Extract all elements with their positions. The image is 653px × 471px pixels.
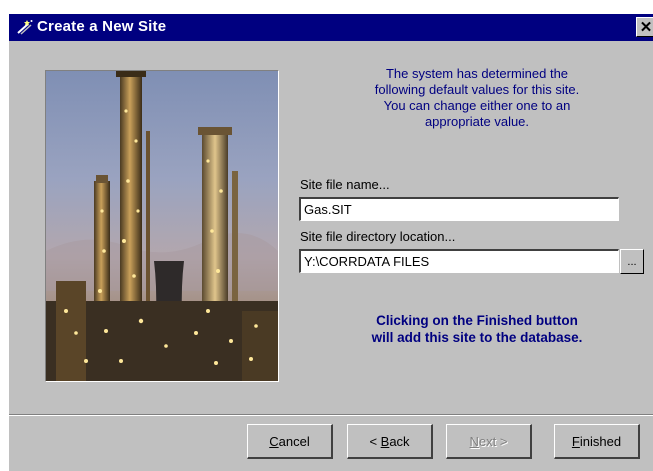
cancel-button[interactable]: Cancel [247, 424, 333, 459]
info-message: The system has determined the following … [327, 66, 627, 130]
window-title: Create a New Site [37, 18, 167, 35]
next-label: ext > [478, 433, 508, 449]
info-line: appropriate value. [424, 114, 530, 129]
finished-button[interactable]: Finished [554, 424, 640, 459]
next-button[interactable]: Next > [446, 424, 532, 459]
site-file-name-label: Site file name... [300, 177, 390, 192]
finished-label: inished [579, 433, 622, 449]
cancel-mnemonic: C [269, 433, 279, 449]
close-button[interactable]: ✕ [636, 17, 653, 37]
info-line: The system has determined the [385, 66, 569, 81]
refinery-photo [45, 70, 279, 382]
finish-note-line: will add this site to the database. [371, 330, 583, 345]
info-line: following default values for this site. [374, 82, 580, 97]
create-site-dialog: Create a New Site ✕ The system has deter… [9, 14, 653, 471]
title-bar: Create a New Site ✕ [9, 14, 653, 41]
back-label: ack [389, 433, 410, 449]
finish-note-line: Clicking on the Finished button [376, 313, 578, 328]
site-file-name-input[interactable] [299, 197, 619, 221]
next-mnemonic: N [469, 433, 479, 449]
finish-note: Clicking on the Finished button will add… [327, 312, 627, 346]
cancel-label: ancel [278, 433, 310, 449]
browse-button[interactable]: ... [620, 249, 644, 274]
button-separator [9, 414, 653, 416]
site-directory-input[interactable] [299, 249, 619, 273]
finished-mnemonic: F [571, 433, 580, 449]
back-button[interactable]: < Back [347, 424, 433, 459]
site-directory-label: Site file directory location... [300, 229, 456, 244]
close-icon: ✕ [639, 18, 653, 36]
wizard-wand-icon [16, 19, 34, 35]
info-line: You can change either one to an [383, 98, 571, 113]
back-arrow: < [369, 433, 381, 449]
